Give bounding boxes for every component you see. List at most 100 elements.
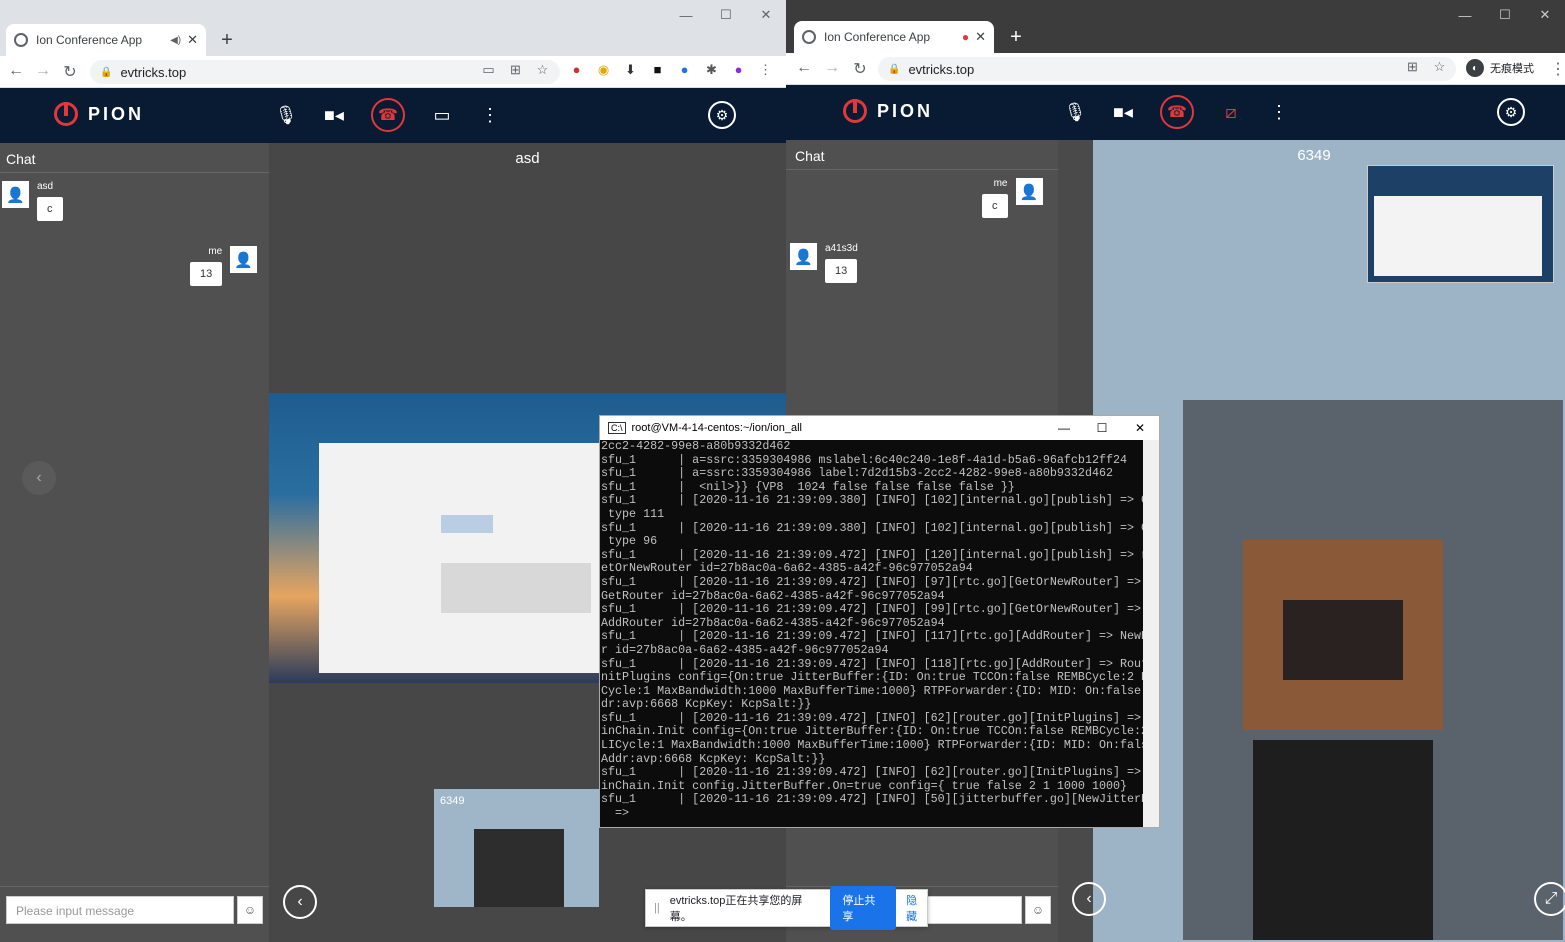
terminal-line: GetRouter id=27b8ac0a-6a62-4385-a42f-96c… xyxy=(601,588,945,603)
extension-icons: ⊞ ☆ xyxy=(1404,59,1448,75)
translate-icon[interactable]: ⊞ xyxy=(507,62,524,78)
thumbnail-label: 6349 xyxy=(440,795,465,807)
minimize-icon[interactable]: — xyxy=(1445,0,1485,30)
back-icon[interactable]: ← xyxy=(6,62,26,80)
camera-icon[interactable]: ■◂ xyxy=(317,98,351,132)
extension-icon[interactable]: ● xyxy=(568,62,585,78)
dark-extension-icon[interactable]: ■ xyxy=(649,62,666,78)
close-window-icon[interactable]: ✕ xyxy=(746,0,786,30)
menu-dots-icon[interactable]: ⋮ xyxy=(757,62,774,78)
forward-icon[interactable]: → xyxy=(33,62,53,80)
forward-icon[interactable]: → xyxy=(822,59,842,77)
terminal-line: sfu_1 | [2020-11-16 21:39:09.472] [INFO]… xyxy=(601,792,1143,807)
reload-icon[interactable]: ↻ xyxy=(850,59,870,79)
chat-title: Chat xyxy=(0,143,269,173)
emoji-button[interactable]: ☺ xyxy=(1025,896,1051,924)
speaker-icon[interactable]: ◀) xyxy=(170,35,181,46)
app-toolbar: PION 🎙 ■◂ ☎ ⧄ ⋮ ⚙ xyxy=(786,85,1565,140)
drag-handle-icon[interactable]: || xyxy=(654,902,660,914)
tab-ion-conference[interactable]: Ion Conference App ◀) ✕ xyxy=(6,24,206,56)
settings-button[interactable]: ⚙ xyxy=(1494,95,1528,129)
hangup-button[interactable]: ☎ xyxy=(371,98,405,132)
power-logo-icon xyxy=(843,99,867,123)
close-tab-icon[interactable]: ✕ xyxy=(975,29,986,45)
camera-icon[interactable]: ■◂ xyxy=(1106,95,1140,129)
back-icon[interactable]: ← xyxy=(794,59,814,77)
minimize-icon[interactable]: — xyxy=(666,0,706,30)
microphone-icon[interactable]: 🎙 xyxy=(1058,95,1092,129)
blue-extension-icon[interactable]: ● xyxy=(676,62,693,78)
star-icon[interactable]: ☆ xyxy=(1431,59,1448,75)
puzzle-icon[interactable]: ✱ xyxy=(703,62,720,78)
hide-button[interactable]: 隐藏 xyxy=(906,892,927,924)
screen-share-off-icon[interactable]: ⧄ xyxy=(1214,95,1248,129)
screen-share-notification: || evtricks.top正在共享您的屏幕。 停止共享 隐藏 xyxy=(645,886,928,930)
incognito-icon: ◐ xyxy=(1466,59,1484,77)
terminal-line: LICycle:1 MaxBandwidth:1000 MaxBufferTim… xyxy=(601,738,1143,753)
url-text: evtricks.top xyxy=(908,61,975,77)
terminal-title: root@VM-4-14-centos:~/ion/ion_all xyxy=(631,422,802,434)
terminal-scrollbar[interactable] xyxy=(1143,440,1159,827)
terminal-line: sfu_1 | a=ssrc:3359304986 mslabel:6c40c2… xyxy=(601,452,1128,467)
incognito-label: 无痕模式 xyxy=(1490,63,1534,75)
more-options-icon[interactable]: ⋮ xyxy=(473,98,507,132)
screen-share-icon[interactable]: ▭ xyxy=(425,98,459,132)
divider xyxy=(786,886,1058,887)
chat-message-input[interactable] xyxy=(926,896,1022,924)
close-window-icon[interactable]: ✕ xyxy=(1525,0,1565,30)
terminal-line: sfu_1 | a=ssrc:3359304986 label:7d2d15b3… xyxy=(601,466,1113,481)
stage-participant-label: 6349 xyxy=(1297,147,1331,164)
tab-ion-conference[interactable]: Ion Conference App ● ✕ xyxy=(794,21,994,53)
new-tab-button[interactable]: + xyxy=(1004,25,1028,49)
brand-name: PION xyxy=(88,103,145,124)
tab-strip: Ion Conference App ◀) ✕ + — ☐ ✕ xyxy=(0,0,786,56)
emoji-button[interactable]: ☺ xyxy=(237,896,263,924)
prev-page-button[interactable]: ‹ xyxy=(283,885,317,919)
close-tab-icon[interactable]: ✕ xyxy=(187,32,198,48)
new-tab-button[interactable]: + xyxy=(215,28,239,52)
chat-message-input[interactable]: Please input message xyxy=(6,896,234,924)
maximize-icon[interactable]: ☐ xyxy=(1083,416,1121,440)
cast-icon[interactable]: ▭ xyxy=(480,62,497,78)
incognito-indicator[interactable]: ◐ 无痕模式 xyxy=(1466,59,1534,77)
more-options-icon[interactable]: ⋮ xyxy=(1262,95,1296,129)
terminal-line: Addr:avp:6668 KcpKey: KcpSalt:}} xyxy=(601,751,826,766)
cmd-icon: C:\ xyxy=(608,422,626,434)
omnibox[interactable]: 🔒 evtricks.top xyxy=(878,57,1456,81)
menu-dots-icon[interactable]: ⋮ xyxy=(1548,59,1565,79)
reload-icon[interactable]: ↻ xyxy=(60,62,80,82)
prev-page-button[interactable]: ‹ xyxy=(1072,882,1106,916)
terminal-line: sfu_1 | [2020-11-16 21:39:09.472] [INFO]… xyxy=(601,629,1143,644)
message-bubble: c xyxy=(37,197,63,221)
window-controls: — ☐ ✕ xyxy=(1445,0,1565,30)
main-video-stage: 6349 ‹ ⤢ xyxy=(1072,140,1565,942)
terminal-line: 2cc2-4282-99e8-a80b9332d462 xyxy=(601,440,791,453)
maximize-icon[interactable]: ☐ xyxy=(1485,0,1525,30)
avatar-icon: 👤 xyxy=(230,246,258,273)
minimize-icon[interactable]: — xyxy=(1045,416,1083,440)
translate-icon[interactable]: ⊞ xyxy=(1404,59,1421,75)
terminal-line: sfu_1 | [2020-11-16 21:39:09.472] [INFO]… xyxy=(601,602,1143,617)
star-icon[interactable]: ☆ xyxy=(534,62,551,78)
download-icon[interactable]: ⬇ xyxy=(622,62,639,78)
fullscreen-button[interactable]: ⤢ xyxy=(1534,882,1565,916)
microphone-icon[interactable]: 🎙 xyxy=(269,98,303,132)
profile-avatar-icon[interactable]: ● xyxy=(730,62,747,78)
maximize-icon[interactable]: ☐ xyxy=(706,0,746,30)
pixelated-region xyxy=(1253,740,1433,940)
hangup-button[interactable]: ☎ xyxy=(1160,95,1194,129)
terminal-line: type 111 xyxy=(601,506,665,521)
close-window-icon[interactable]: ✕ xyxy=(1121,416,1159,440)
chrome-icon[interactable]: ◉ xyxy=(595,62,612,78)
pixelated-region xyxy=(1374,196,1542,276)
chat-title: Chat xyxy=(786,140,1058,170)
extension-icons: ▭ ⊞ ☆ xyxy=(480,62,551,78)
pion-logo: PION xyxy=(54,102,144,126)
collapse-chat-button[interactable]: ‹ xyxy=(22,461,56,495)
settings-button[interactable]: ⚙ xyxy=(705,98,739,132)
self-preview-thumbnail: 6349 xyxy=(434,789,599,907)
terminal-line: inChain.Init config.JitterBuffer.On=true… xyxy=(601,778,1128,793)
stop-sharing-button[interactable]: 停止共享 xyxy=(830,886,897,930)
pion-logo: PION xyxy=(843,99,933,123)
extension-icons-2: ● ◉ ⬇ ■ ● ✱ ● ⋮ xyxy=(568,62,774,78)
